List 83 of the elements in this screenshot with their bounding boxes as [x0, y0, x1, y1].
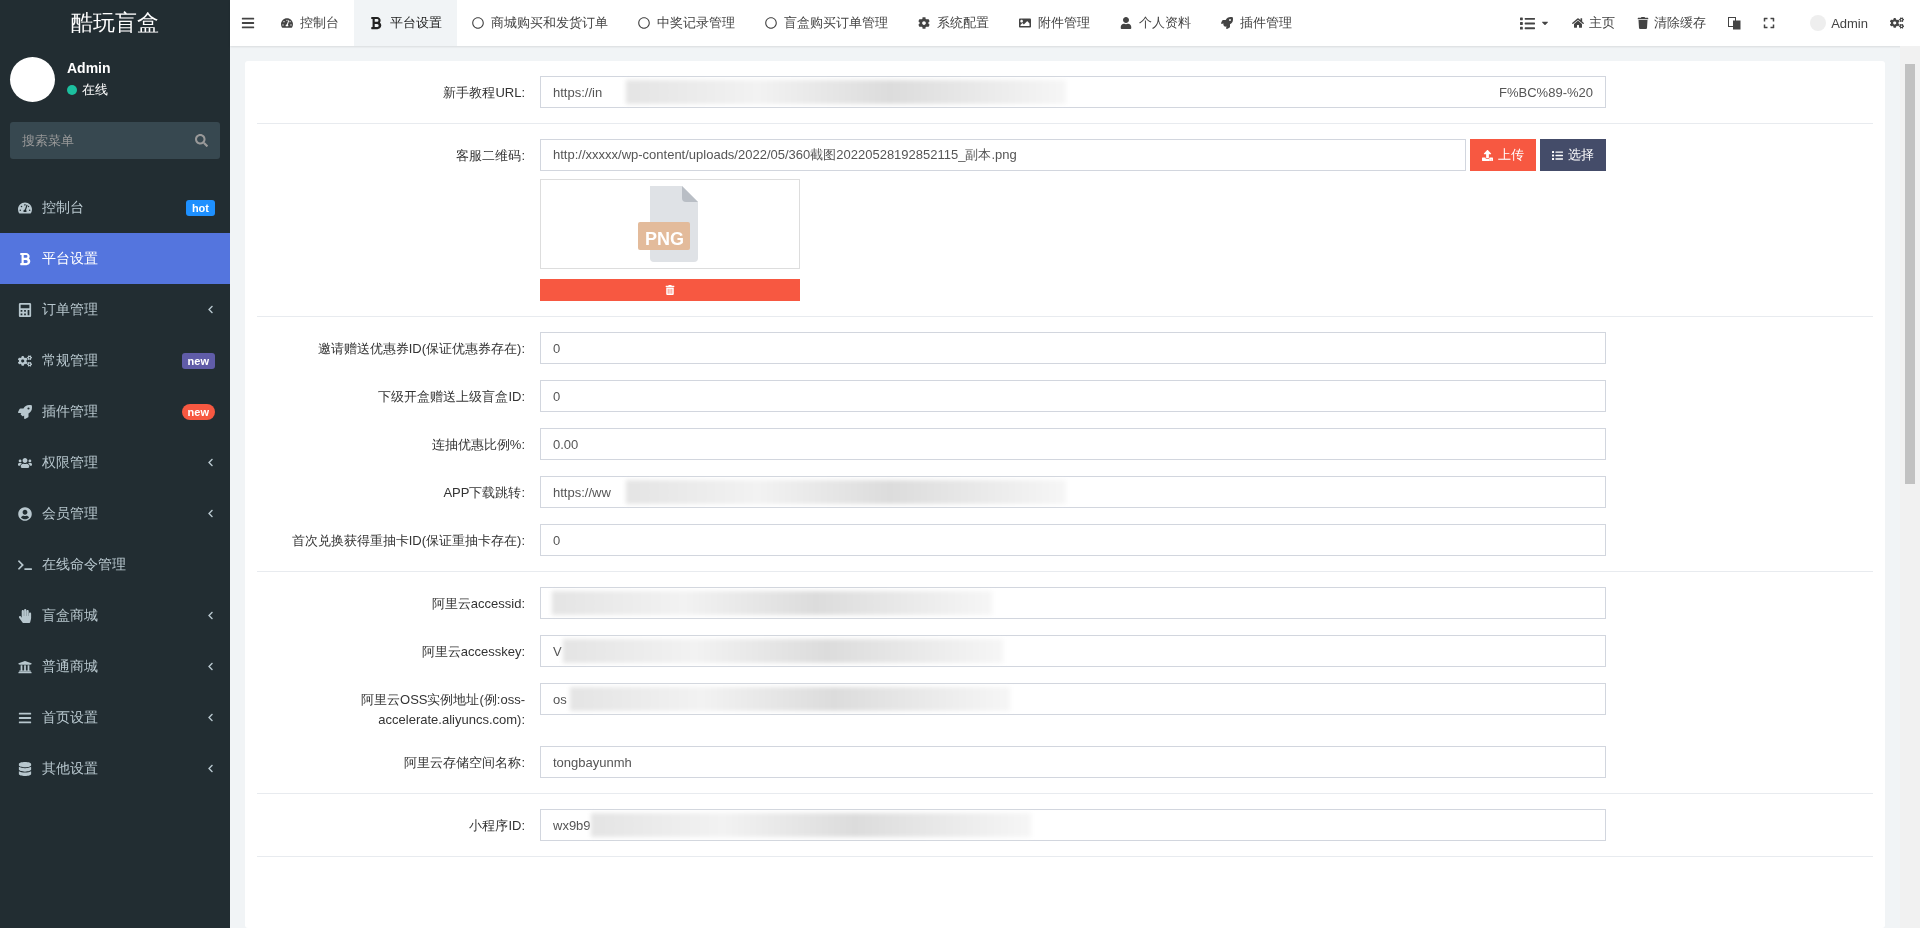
sidebar-item[interactable]: 盲盒商城 [0, 590, 230, 641]
nav-tab[interactable]: 中奖记录管理 [623, 0, 750, 46]
gauge-icon [18, 200, 32, 215]
sidebar-item[interactable]: 订单管理 [0, 284, 230, 335]
nav-tab[interactable]: 插件管理 [1206, 0, 1307, 46]
rocket-icon [18, 404, 32, 419]
field-label: APP下载跳转: [442, 484, 526, 502]
search-field[interactable]: 搜索菜单 [10, 122, 220, 159]
field-label: 阿里云存储空间名称: [403, 754, 526, 772]
nav-tab[interactable]: 商城购买和发货订单 [457, 0, 623, 46]
trash-icon [665, 285, 675, 295]
home-icon [1572, 17, 1585, 29]
sidebar-item[interactable]: 平台设置 [0, 233, 230, 284]
sidebar-item[interactable]: 常规管理 new [0, 335, 230, 386]
settings-icon [1890, 16, 1904, 30]
upload-icon [1482, 149, 1493, 161]
nav-tab[interactable]: 个人资料 [1105, 0, 1206, 46]
settings-icon [918, 17, 930, 29]
input-field[interactable]: https://in F%BC%89-%20 [540, 76, 1606, 108]
field-label: 阿里云accessid: [430, 595, 526, 613]
list-icon [1520, 15, 1536, 31]
file-type-label: PNG [645, 229, 684, 250]
bank-icon [18, 659, 32, 674]
field-label: 下级开盒赠送上级盲盒ID: [377, 388, 526, 406]
scrollbar[interactable] [1900, 46, 1920, 928]
user-menu[interactable]: Admin [1786, 0, 1879, 46]
field-label: 首次兑换获得重抽卡ID(保证重抽卡存在): [290, 532, 526, 550]
input-field[interactable]: 0 [540, 332, 1606, 364]
brand-title: 酷玩盲盒 [70, 9, 160, 37]
field-label: 邀请赠送优惠券ID(保证优惠券存在): [316, 340, 526, 358]
nav-tab[interactable]: 平台设置 [354, 0, 457, 46]
field-label: 客服二维码: [455, 147, 526, 165]
bold-b-icon [18, 251, 32, 266]
search-icon [195, 134, 208, 147]
input-field[interactable]: 0 [540, 524, 1606, 556]
sidebar-item[interactable]: 在线命令管理 [0, 539, 230, 590]
field-label: 新手教程URL: [442, 84, 526, 102]
input-field[interactable]: http://xxxxx/wp-content/uploads/2022/05/360截图20220528192852115_副本.png [540, 139, 1466, 171]
sidebar-item[interactable]: 控制台 hot [0, 182, 230, 233]
user-icon [1120, 17, 1132, 29]
menu-badge: new [181, 352, 215, 369]
user-name: Admin [67, 59, 111, 76]
nav-tab[interactable]: 控制台 [266, 0, 354, 46]
list-icon [1552, 149, 1563, 161]
input-field[interactable]: 0 [540, 380, 1606, 412]
sidebar-item[interactable]: 会员管理 [0, 488, 230, 539]
toolbar-button[interactable]: 主页 [1561, 0, 1627, 46]
bold-b-icon [369, 16, 383, 30]
terminal-icon [18, 557, 32, 572]
fullscreen-icon [1763, 17, 1776, 29]
image-icon [1019, 17, 1031, 29]
nav-tab[interactable]: 附件管理 [1004, 0, 1105, 46]
gauge-icon [281, 17, 293, 29]
menu-icon [241, 16, 255, 30]
calculator-icon [18, 302, 32, 317]
menu-icon [18, 710, 32, 725]
field-label: 连抽优惠比例%: [430, 436, 526, 454]
sidebar-item[interactable]: 普通商城 [0, 641, 230, 692]
menu-badge: new [181, 403, 215, 420]
hand-icon [18, 608, 32, 623]
sidebar-item[interactable]: 权限管理 [0, 437, 230, 488]
field-label: 小程序ID: [468, 817, 526, 835]
gears-icon [18, 353, 32, 368]
rocket-icon [1221, 17, 1233, 29]
status-text: 在线 [82, 80, 108, 99]
trash-icon [1637, 17, 1650, 29]
input-field[interactable]: 0.00 [540, 428, 1606, 460]
translate-icon [1728, 16, 1742, 30]
database-icon [18, 761, 32, 776]
sidebar-item[interactable]: 首页设置 [0, 692, 230, 743]
field-label: 阿里云OSS实例地址(例:oss-accelerate.aliyuncs.com): [360, 691, 526, 729]
sidebar-item[interactable]: 其他设置 [0, 743, 230, 794]
toolbar-button[interactable]: 清除缓存 [1626, 0, 1718, 46]
input-field[interactable]: tongbayunmh [540, 746, 1606, 778]
sidebar-item[interactable]: 插件管理 new [0, 386, 230, 437]
field-label: 阿里云accesskey: [420, 643, 526, 661]
choose-button[interactable]: 选择 [1540, 139, 1606, 171]
users-icon [18, 455, 32, 470]
menu-badge: hot [185, 199, 215, 216]
nav-tab[interactable]: 系统配置 [903, 0, 1004, 46]
avatar [10, 56, 55, 102]
user-icon [18, 506, 32, 521]
nav-tab[interactable]: 盲盒购买订单管理 [750, 0, 903, 46]
